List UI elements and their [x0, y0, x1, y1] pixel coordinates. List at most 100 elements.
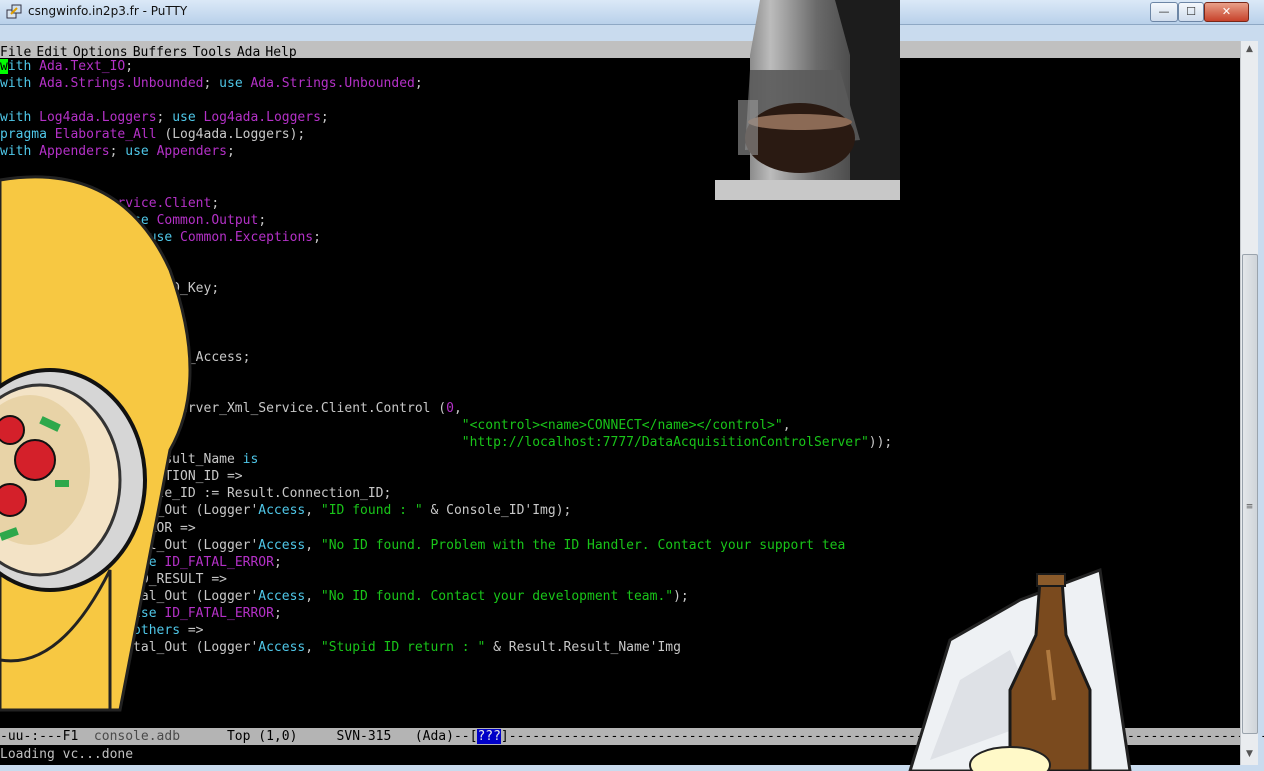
- code-line: "http://localhost:7777/DataAcquisitionCo…: [0, 434, 892, 451]
- scrollbar-thumb[interactable]: [1242, 254, 1258, 734]
- code-token-txt: ,: [782, 417, 791, 433]
- code-token-txt: ;: [313, 229, 321, 245]
- code-token-pkg: er_Xml_Service.Client: [46, 195, 212, 211]
- code-token-txt: ,: [305, 640, 321, 656]
- title-bar[interactable]: csngwinfo.in2p3.fr - PuTTY — ☐ ✕: [0, 0, 1264, 25]
- code-token-kw: Access: [258, 588, 306, 604]
- echo-area: Loading vc...done: [0, 746, 1240, 764]
- code-line: when others =>: [0, 622, 892, 639]
- scroll-down-arrow-icon[interactable]: ▼: [1241, 746, 1258, 763]
- code-token-pkg: Output: [62, 212, 110, 228]
- modeline-status: -uu-:---F1: [0, 729, 94, 744]
- code-line: when ERROR =>: [0, 520, 892, 537]
- code-token-txt: ,: [305, 503, 321, 519]
- code-token-txt: ;: [414, 76, 423, 92]
- code-token-str: "No ID found. Contact your development t…: [320, 588, 674, 604]
- code-line: Console_ID := Result.Connection_ID;: [0, 485, 892, 502]
- code-token-kw: Access: [258, 537, 306, 553]
- code-token-txt: ;: [133, 229, 149, 245]
- scroll-up-arrow-icon[interactable]: ▲: [1241, 41, 1258, 58]
- code-token-txt: Console_ID := Result.Connection_ID;: [0, 486, 392, 502]
- modeline-position: Top (1,0) SVN-315 (Ada)--[: [180, 729, 478, 744]
- code-token-pkg: ect: [133, 332, 157, 348]
- code-token-txt: ;: [62, 178, 71, 194]
- code-token-txt: ;: [156, 315, 165, 331]
- close-button[interactable]: ✕: [1204, 2, 1249, 22]
- emacs-mode-line: -uu-:---F1 console.adb Top (1,0) SVN-315…: [0, 728, 1264, 745]
- code-token-pkg: Ada.Text_IO: [39, 59, 126, 74]
- code-token-txt: ,: [305, 588, 321, 604]
- code-token-txt: ,: [305, 537, 321, 553]
- putty-app-icon: [6, 4, 22, 19]
- code-token-kw: use: [148, 229, 173, 245]
- code-token-pkg: 0: [446, 400, 454, 416]
- modeline-buffer-name: console.adb: [93, 729, 181, 744]
- code-line: Debug_Out (Logger'Access, "ID found : " …: [0, 502, 892, 519]
- code-line: sult.Result_Name is: [0, 451, 892, 468]
- text-cursor: w: [0, 59, 8, 74]
- code-token-txt: Fatal_Out (Logger': [0, 537, 259, 553]
- putty-window: csngwinfo.in2p3.fr - PuTTY — ☐ ✕ File Ed…: [0, 0, 1264, 771]
- code-token-pkg: ID_FATAL_ERROR: [164, 554, 274, 570]
- code-token-kw: when: [93, 571, 126, 587]
- code-line: Output; use Common.Output;: [0, 212, 892, 229]
- code-line: ect;: [0, 314, 892, 331]
- code-token-txt: NO_RESULT =>: [125, 571, 227, 587]
- code-token-str: "No ID found. Problem with the ID Handle…: [320, 537, 846, 553]
- code-token-pkg: Log4ada.Loggers: [203, 110, 321, 126]
- code-token-pkg: Elaborate_All: [54, 127, 157, 143]
- code-line: raise ID_FATAL_ERROR;: [0, 554, 892, 571]
- code-token-pkg: ID_FATAL_ERROR: [164, 606, 274, 621]
- code-token-txt: CONNECTION_ID =>: [0, 469, 243, 485]
- code-token-pkg: Appenders: [39, 144, 110, 160]
- code-token-pkg: xceptions: [62, 229, 134, 245]
- code-token-kw: raise: [117, 606, 157, 621]
- code-token-txt: lt :=: [0, 383, 173, 399]
- code-token-txt: Fatal_Out (Logger': [0, 640, 259, 656]
- code-token-kw: use: [125, 212, 149, 228]
- code-token-str: "http://localhost:7777/DataAcquisitionCo…: [461, 435, 869, 451]
- code-token-kw: when: [93, 520, 126, 536]
- scroll-grip-icon: ≡: [1245, 502, 1254, 512]
- code-line: CONNECTION_ID =>: [0, 468, 892, 485]
- code-token-txt: & Result.Result_Name'Img: [485, 640, 681, 656]
- code-token-txt: ,: [453, 400, 462, 416]
- code-token-txt: ;: [227, 144, 235, 160]
- code-token-pkg: Log4ada.Loggers: [39, 110, 157, 126]
- vertical-scrollbar[interactable]: ▲ ≡ ▼: [1240, 41, 1258, 765]
- code-token-txt: (Log4ada.Loggers);: [156, 127, 306, 143]
- code-line: "<control><name>CONNECT</name></control>…: [0, 417, 892, 434]
- code-token-kw: when others: [93, 623, 181, 639]
- code-token-txt: ;: [125, 59, 134, 74]
- code-token-kw: is: [164, 332, 181, 348]
- code-token-txt: ;: [320, 110, 329, 126]
- code-line: e is: [0, 263, 892, 280]
- emacs-menu-bar: File Edit Options Buffers Tools Ada Help: [0, 41, 1240, 60]
- maximize-button[interactable]: ☐: [1178, 2, 1204, 22]
- code-token-txt: ;: [109, 144, 126, 160]
- code-line: with Ada.Text_IO;: [0, 59, 134, 74]
- code-token-kw: Access: [258, 503, 306, 519]
- modeline-vc-indicator: ???: [477, 729, 501, 744]
- code-line: with Log4ada.Loggers; use Log4ada.Logger…: [0, 109, 892, 126]
- code-line: ect is: [0, 332, 892, 349]
- code-token-kw: use: [125, 144, 149, 160]
- code-token-txt: ;: [203, 76, 220, 92]
- code-buffer[interactable]: with Ada.Text_IO; with Ada.Strings.Unboun…: [0, 58, 892, 656]
- minimize-button[interactable]: —: [1150, 2, 1178, 22]
- code-token-txt: );: [673, 588, 689, 604]
